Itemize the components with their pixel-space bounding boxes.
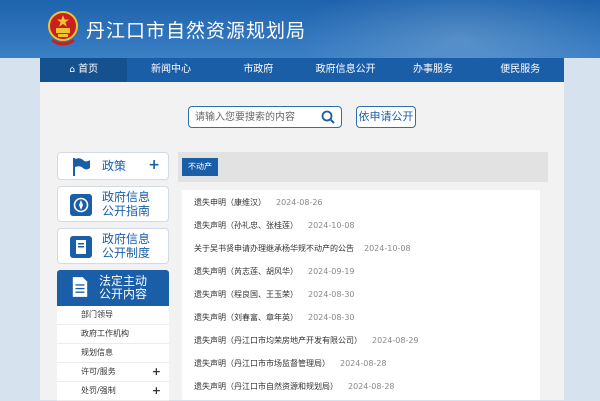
list-item[interactable]: 遗失声明（孙礼忠、张桂莲） 2024-10-08 [194,220,355,231]
list-item-title[interactable]: 遗失声明（芮志莲、胡风华） [194,267,298,276]
list-item-date: 2024-08-28 [340,359,387,368]
list-item[interactable]: 遗失声明（刘春富、章年英） 2024-08-30 [194,312,355,323]
list-item-date: 2024-08-26 [276,198,323,207]
list-item[interactable]: 关于吴书贤申请办理继承杨华规不动产的公告 2024-10-08 [194,243,411,254]
sidebar-item-disclosure-system[interactable]: 政府信息 公开制度 [57,228,169,264]
sub-item-label: 处罚/强制 [81,386,116,395]
sidebar-item-disclosure-guide[interactable]: 政府信息 公开指南 [57,186,169,222]
tab-real-estate[interactable]: 不动产 [182,158,218,176]
tab-bar [178,152,548,182]
book-icon [70,236,92,258]
list-item[interactable]: 遗失声明（丹江口市均荣房地产开发有限公司） 2024-08-29 [194,335,419,346]
nav-item-news[interactable]: 新闻中心 [127,58,214,82]
nav-item-label: 首页 [78,64,99,75]
main-nav: ⌂ 首页 新闻中心 市政府 政府信息公开 办事服务 便民服务 [40,58,564,82]
expand-icon[interactable]: + [152,363,161,381]
sub-item-work-agencies[interactable]: 政府工作机构 [57,325,169,344]
list-item-title[interactable]: 遗失声明（程良国、王玉荣） [194,290,298,299]
sidebar-item-label-2: 公开制度 [102,246,151,260]
home-icon: ⌂ [69,65,75,75]
sub-item-label: 政府工作机构 [81,329,129,338]
list-item[interactable]: 遗失声明（丹江口市自然资源和规划局） 2024-08-28 [194,381,395,392]
search-box [188,106,342,128]
sub-item-label: 许可/服务 [81,367,116,376]
search-icon[interactable] [321,110,335,124]
nav-item-services[interactable]: 办事服务 [389,58,476,82]
list-item-title[interactable]: 关于吴书贤申请办理继承杨华规不动产的公告 [194,244,354,253]
list-item-title[interactable]: 遗失声明（孙礼忠、张桂莲） [194,221,298,230]
sidebar-item-label: 政策 [102,159,127,173]
apply-disclosure-button[interactable]: 依申请公开 [356,106,416,128]
sidebar-item-policy[interactable]: 政策 + [57,152,169,180]
header-banner: 丹江口市自然资源规划局 [0,0,600,58]
list-item[interactable]: 遗失声明（芮志莲、胡风华） 2024-09-19 [194,266,355,277]
list-item-title[interactable]: 遗失声明（丹江口市市场监督管理局） [194,359,330,368]
nav-item-public-services[interactable]: 便民服务 [477,58,564,82]
nav-item-home[interactable]: ⌂ 首页 [40,58,128,82]
sidebar-item-label-2: 公开内容 [99,287,148,301]
nav-item-info-disclosure[interactable]: 政府信息公开 [302,58,389,82]
list-item-date: 2024-08-29 [372,336,419,345]
statutory-sub-list: 部门领导 政府工作机构 规划信息 许可/服务 + 处罚/强制 + [57,306,169,401]
site-title: 丹江口市自然资源规划局 [86,20,307,42]
list-item[interactable]: 遗失声明（丹江口市市场监督管理局） 2024-08-28 [194,358,387,369]
sidebar-item-label-1: 政府信息 [102,232,151,246]
list-item-date: 2024-08-30 [308,313,355,322]
compass-icon [70,194,92,216]
list-item-date: 2024-08-28 [348,382,395,391]
list-item-date: 2024-10-08 [308,221,355,230]
expand-icon[interactable]: + [152,382,161,400]
list-item-title[interactable]: 遗失声明（丹江口市自然资源和规划局） [194,382,338,391]
flag-icon [73,158,90,176]
search-input[interactable] [195,109,313,125]
list-item-title[interactable]: 遗失声明（刘春富、章年英） [194,313,298,322]
sidebar-item-statutory-disclosure[interactable]: 法定主动 公开内容 [57,270,169,306]
list-item-date: 2024-08-30 [308,290,355,299]
document-icon [72,277,88,297]
sub-item-label: 规划信息 [81,348,113,357]
sidebar-item-label-2: 公开指南 [102,204,151,218]
sub-item-label: 部门领导 [81,310,113,319]
list-item[interactable]: 遗失申明（康维汉） 2024-08-26 [194,197,323,208]
list-item-title[interactable]: 遗失申明（康维汉） [194,198,266,207]
list-item-date: 2024-09-19 [308,267,355,276]
list-item-date: 2024-10-08 [364,244,411,253]
national-emblem-icon [48,11,78,46]
sidebar-item-label-1: 政府信息 [102,190,151,204]
sub-item-planning-info[interactable]: 规划信息 [57,344,169,363]
list-item-title[interactable]: 遗失声明（丹江口市均荣房地产开发有限公司） [194,336,362,345]
sub-item-department-leaders[interactable]: 部门领导 [57,306,169,325]
expand-icon[interactable]: + [148,157,160,173]
nav-item-government[interactable]: 市政府 [215,58,302,82]
sub-item-permit-service[interactable]: 许可/服务 + [57,363,169,382]
sub-item-penalty-enforcement[interactable]: 处罚/强制 + [57,382,169,401]
list-item[interactable]: 遗失声明（程良国、王玉荣） 2024-08-30 [194,289,355,300]
